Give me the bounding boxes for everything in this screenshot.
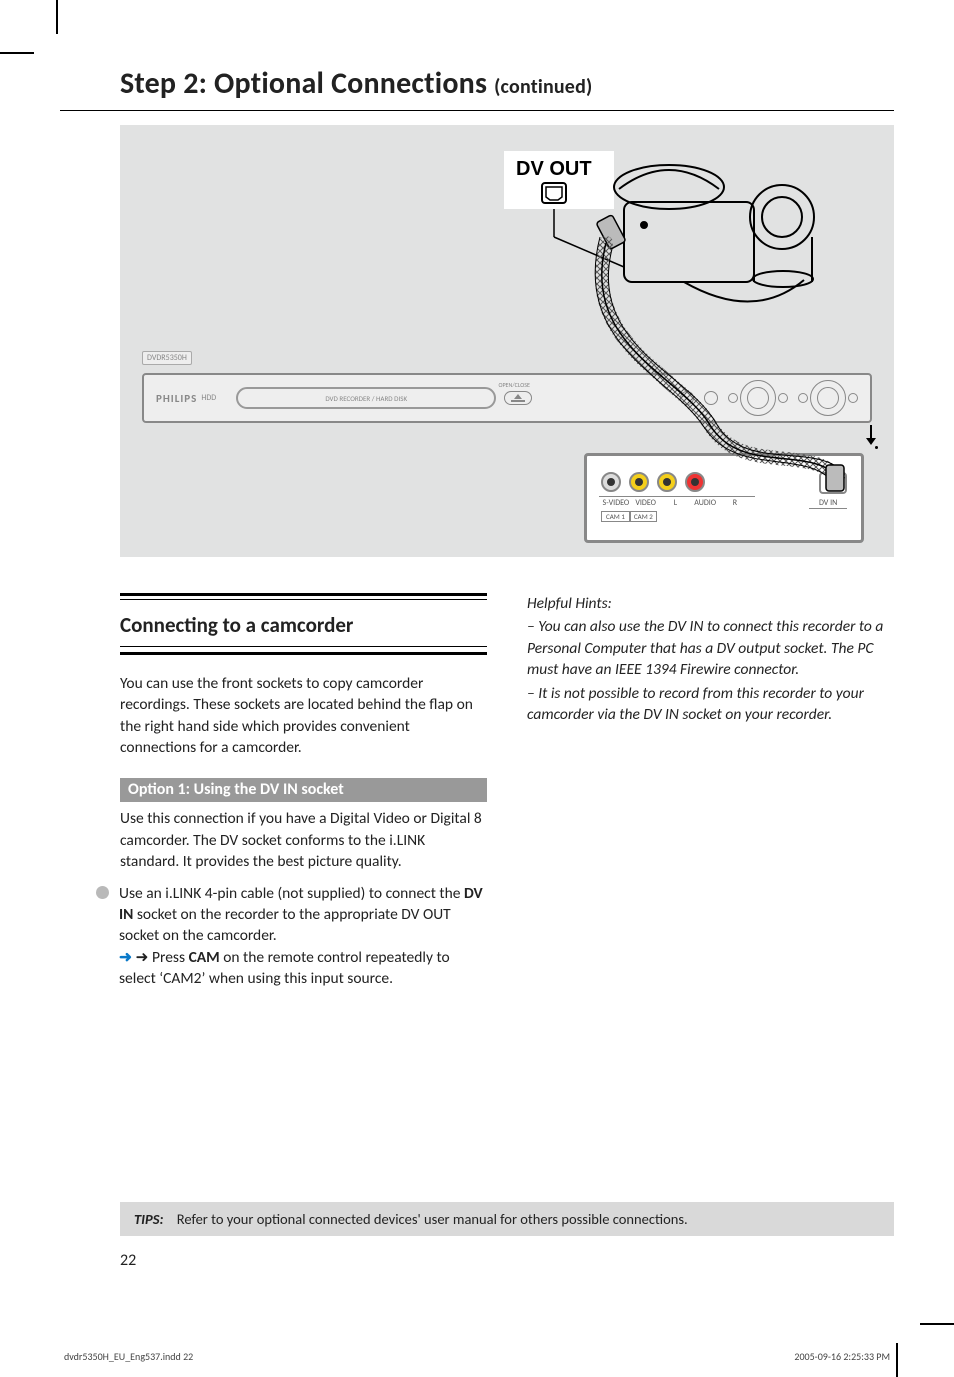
- cam2-label: CAM 2: [630, 511, 657, 522]
- hint-item: – It is not possible to record from this…: [527, 683, 894, 726]
- option-heading: Option 1: Using the DV IN socket: [120, 779, 344, 801]
- audio-r-jack-icon: [685, 472, 705, 492]
- bullet-text: Use an i.LINK 4-pin cable (not supplied)…: [119, 884, 464, 903]
- flap-dot-icon: [875, 446, 878, 449]
- page-number: 22: [120, 1251, 136, 1270]
- audio-l-label: L: [661, 498, 691, 509]
- hints-label: Helpful Hints:: [527, 593, 894, 614]
- disc-tray: DVD RECORDER / HARD DISK: [236, 387, 496, 409]
- jog-left-icon: [728, 393, 738, 403]
- device-hdd-label: HDD: [201, 393, 216, 403]
- arrow-text: ➜ Press: [136, 948, 189, 967]
- nav-right-icon: [848, 393, 858, 403]
- hint-item: – You can also use the DV IN to connect …: [527, 616, 894, 680]
- right-column: Helpful Hints: – You can also use the DV…: [527, 593, 894, 989]
- svideo-jack-icon: [601, 472, 621, 492]
- open-close-button-icon: [504, 391, 532, 405]
- title-continued: (continued): [494, 75, 592, 99]
- connection-diagram: DV OUT: [120, 125, 894, 557]
- intro-paragraph: You can use the front sockets to copy ca…: [120, 673, 487, 759]
- control-button-icon: [704, 391, 718, 405]
- nav-wheel-icon: [810, 380, 846, 416]
- arrow-icon: ➜: [119, 948, 132, 967]
- dv-in-socket-icon: [819, 472, 847, 494]
- audio-r-label: R: [720, 498, 750, 509]
- section-heading: Connecting to a camcorder: [120, 611, 487, 640]
- option-body: Use this connection if you have a Digita…: [120, 808, 487, 872]
- camcorder-illustration: DV OUT: [494, 147, 834, 302]
- tips-bar: TIPS: Refer to your optional connected d…: [120, 1202, 894, 1236]
- nav-left-icon: [798, 393, 808, 403]
- tips-body: Refer to your optional connected devices…: [177, 1210, 688, 1228]
- bullet-dot-icon: [96, 886, 109, 899]
- audio-label: AUDIO: [690, 498, 720, 509]
- jog-wheel-icon: [740, 380, 776, 416]
- video-jack-icon: [629, 472, 649, 492]
- footer-timestamp: 2005-09-16 2:25:33 PM: [794, 1350, 890, 1363]
- dvd-recorder-front: PHILIPS HDD DVD RECORDER / HARD DISK OPE…: [142, 373, 872, 423]
- open-close-label: OPEN/CLOSE: [498, 381, 529, 389]
- audio-l-jack-icon: [657, 472, 677, 492]
- device-model-label: DVDR5350H: [142, 351, 192, 365]
- disc-tray-label: DVD RECORDER / HARD DISK: [325, 394, 407, 403]
- crop-mark: [56, 0, 58, 34]
- title-main: Step 2: Optional Connections: [120, 65, 494, 102]
- left-column: Connecting to a camcorder You can use th…: [120, 593, 487, 989]
- crop-mark: [920, 1323, 954, 1325]
- footer-filename: dvdr5350H_EU_Eng537.indd 22: [64, 1350, 193, 1363]
- video-label: VIDEO: [631, 498, 661, 509]
- device-brand: PHILIPS: [156, 392, 197, 405]
- control-button-icon: [680, 391, 694, 405]
- crop-mark: [896, 1343, 898, 1377]
- dv-out-label: DV OUT: [516, 158, 592, 180]
- arrow-bold: CAM: [189, 948, 220, 967]
- dvin-label: DV IN: [809, 498, 847, 509]
- crop-mark: [0, 52, 34, 54]
- svideo-label: S-VIDEO: [601, 498, 631, 509]
- jog-right-icon: [778, 393, 788, 403]
- bullet-text: socket on the recorder to the appropriat…: [119, 905, 451, 945]
- cam1-label: CAM 1: [601, 511, 630, 522]
- tips-label: TIPS:: [134, 1210, 164, 1228]
- page-title: Step 2: Optional Connections (continued): [60, 55, 894, 111]
- bullet-body: Use an i.LINK 4-pin cable (not supplied)…: [119, 883, 487, 990]
- front-panel-closeup: S-VIDEO VIDEO L AUDIO R DV IN CAM 1 CAM …: [584, 453, 864, 543]
- flap-arrow-icon: [870, 425, 872, 439]
- option-heading-bar: Option 1: Using the DV IN socket: [120, 778, 487, 802]
